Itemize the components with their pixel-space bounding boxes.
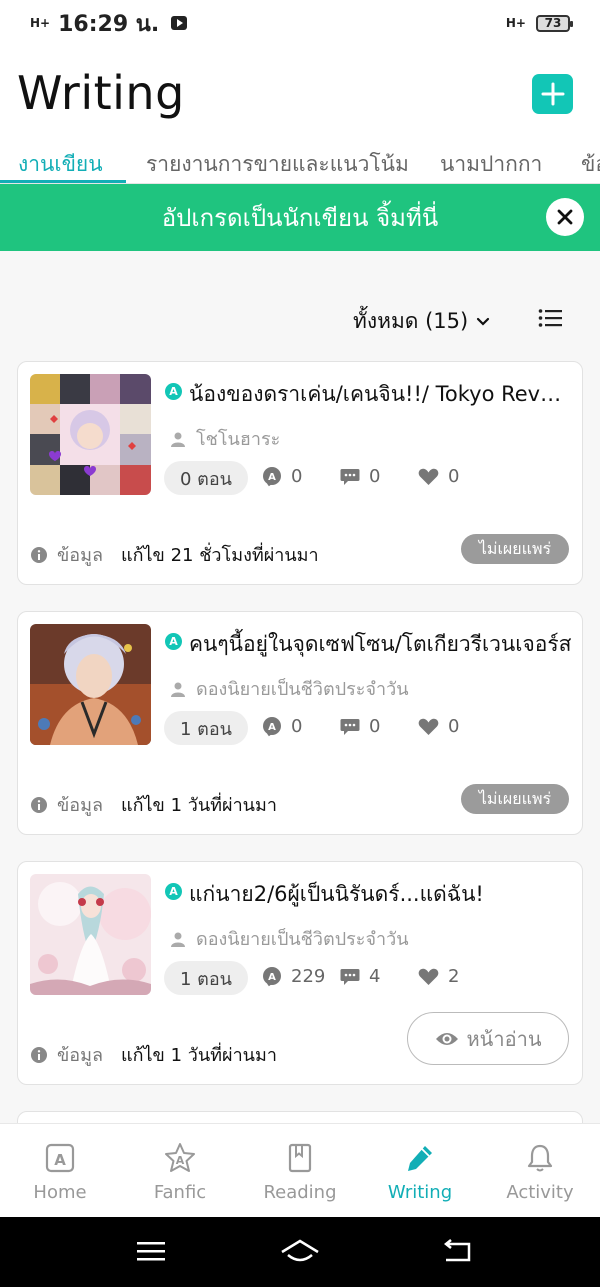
signal-indicator: H+: [30, 16, 51, 30]
home-icon[interactable]: [280, 1239, 320, 1265]
list-view-icon[interactable]: [538, 307, 562, 329]
pencil-icon: [408, 1146, 432, 1171]
views-icon: A: [263, 966, 281, 986]
plus-icon: [541, 82, 564, 106]
nav-reading[interactable]: Reading: [240, 1124, 360, 1217]
story-title[interactable]: น้องของดราเค่น/เคนจิน!!/ Tokyo Revengers: [189, 378, 574, 411]
person-icon: [171, 432, 185, 447]
nav-home[interactable]: A Home: [0, 1124, 120, 1217]
heart-icon: [418, 968, 439, 985]
view-count: A 0: [262, 716, 302, 737]
app-header: Writing: [0, 46, 600, 142]
heart-icon: [418, 468, 439, 485]
like-count: 0: [418, 466, 459, 487]
story-card[interactable]: A แก่นาย2/6ผู้เป็นนิรันดร์...แด่ฉัน! ดอง…: [17, 861, 583, 1085]
person-icon: [171, 682, 185, 697]
tab-sales-report[interactable]: รายงานการขายและแนวโน้ม: [146, 148, 409, 181]
svg-text:A: A: [268, 722, 276, 733]
episode-count: 1 ตอน: [164, 711, 248, 745]
svg-text:A: A: [176, 1154, 185, 1167]
like-count: 0: [418, 716, 459, 737]
unpublished-status-badge: ไม่เผยแพร่: [461, 784, 569, 814]
comment-count: 4: [340, 966, 380, 987]
nav-writing[interactable]: Writing: [360, 1124, 480, 1217]
recent-apps-icon[interactable]: [136, 1239, 166, 1263]
last-edited: แก้ไข 1 วันที่ผ่านมา: [121, 795, 277, 816]
svg-text:A: A: [268, 472, 276, 483]
back-icon[interactable]: [442, 1239, 472, 1263]
filter-label: ทั้งหมด (15): [353, 309, 469, 333]
info-icon: [31, 546, 47, 563]
heart-icon: [418, 718, 439, 735]
episode-count: 1 ตอน: [164, 961, 248, 995]
story-cover-image: [30, 874, 151, 995]
tab-info[interactable]: ข้อ: [581, 148, 600, 181]
add-story-button[interactable]: [532, 74, 573, 114]
view-count: A 229: [262, 966, 325, 987]
story-card[interactable]: A คนๆนี้อยู่ในจุดเซฟโซน/โตเกียวรีเวนเจอร…: [17, 611, 583, 835]
comment-icon: [340, 718, 360, 735]
info-link[interactable]: ข้อมูล: [31, 540, 103, 569]
author-name: ดองนิยายเป็นชีวิตประจำวัน: [196, 929, 409, 950]
home-a-icon: A: [45, 1143, 75, 1173]
svg-text:A: A: [54, 1151, 66, 1169]
like-count: 2: [418, 966, 459, 987]
info-link[interactable]: ข้อมูล: [31, 1040, 103, 1069]
tab-bar: งานเขียน รายงานการขายและแนวโน้ม นามปากกา…: [0, 142, 600, 184]
author-name: โชโนฮาระ: [196, 429, 281, 450]
story-author: ดองนิยายเป็นชีวิตประจำวัน: [170, 674, 409, 703]
read-page-button[interactable]: หน้าอ่าน: [407, 1012, 569, 1065]
writer-badge-icon: A: [165, 383, 182, 400]
tab-writings[interactable]: งานเขียน: [18, 148, 103, 181]
filter-dropdown[interactable]: ทั้งหมด (15): [353, 305, 490, 338]
clock: 16:29 น.: [58, 11, 160, 37]
writer-badge-icon: A: [165, 633, 182, 650]
bell-icon: [527, 1144, 553, 1172]
upgrade-banner[interactable]: อัปเกรดเป็นนักเขียน จิ้มที่นี่: [0, 184, 600, 251]
comment-count: 0: [340, 716, 380, 737]
episode-count: 0 ตอน: [164, 461, 248, 495]
network-indicator: H+: [505, 16, 526, 30]
comment-icon: [340, 468, 360, 485]
tab-pen-names[interactable]: นามปากกา: [440, 148, 542, 181]
story-author: โชโนฮาระ: [170, 424, 280, 453]
person-icon: [171, 932, 185, 947]
close-icon: [557, 209, 573, 225]
eye-icon: [435, 1032, 458, 1045]
svg-text:A: A: [268, 972, 276, 983]
views-icon: A: [263, 716, 281, 736]
view-count: A 0: [262, 466, 302, 487]
story-author: ดองนิยายเป็นชีวิตประจำวัน: [170, 924, 409, 953]
youtube-notification-icon: [171, 16, 188, 30]
views-icon: A: [263, 466, 281, 486]
battery-icon: 73: [536, 14, 573, 32]
writer-badge-icon: A: [165, 883, 182, 900]
system-navigation-bar: [0, 1217, 600, 1287]
nav-activity[interactable]: Activity: [480, 1124, 600, 1217]
page-title: Writing: [17, 66, 185, 120]
unpublished-status-badge: ไม่เผยแพร่: [461, 534, 569, 564]
nav-fanfic[interactable]: A Fanfic: [120, 1124, 240, 1217]
info-icon: [31, 1046, 47, 1063]
banner-close-button[interactable]: [546, 198, 584, 236]
story-title[interactable]: แก่นาย2/6ผู้เป็นนิรันดร์...แด่ฉัน!: [189, 878, 574, 911]
book-icon: [288, 1143, 312, 1173]
last-edited: แก้ไข 21 ชั่วโมงที่ผ่านมา: [121, 545, 319, 566]
fanfic-star-icon: A: [165, 1143, 195, 1172]
chevron-down-icon: [477, 317, 490, 326]
story-cover-image: [30, 374, 151, 495]
info-icon: [31, 796, 47, 813]
author-name: ดองนิยายเป็นชีวิตประจำวัน: [196, 679, 409, 700]
last-edited: แก้ไข 1 วันที่ผ่านมา: [121, 1045, 277, 1066]
story-cover-image: [30, 624, 151, 745]
status-bar: H+ 16:29 น. H+ 73: [0, 0, 600, 46]
banner-text: อัปเกรดเป็นนักเขียน จิ้มที่นี่: [161, 204, 439, 232]
comment-icon: [340, 968, 360, 985]
story-card[interactable]: A น้องของดราเค่น/เคนจิน!!/ Tokyo Revenge…: [17, 361, 583, 585]
info-link[interactable]: ข้อมูล: [31, 790, 103, 819]
bottom-navigation: A Home A Fanfic Reading Writing Activity: [0, 1123, 600, 1217]
story-title[interactable]: คนๆนี้อยู่ในจุดเซฟโซน/โตเกียวรีเวนเจอร์ส: [189, 628, 574, 661]
comment-count: 0: [340, 466, 380, 487]
